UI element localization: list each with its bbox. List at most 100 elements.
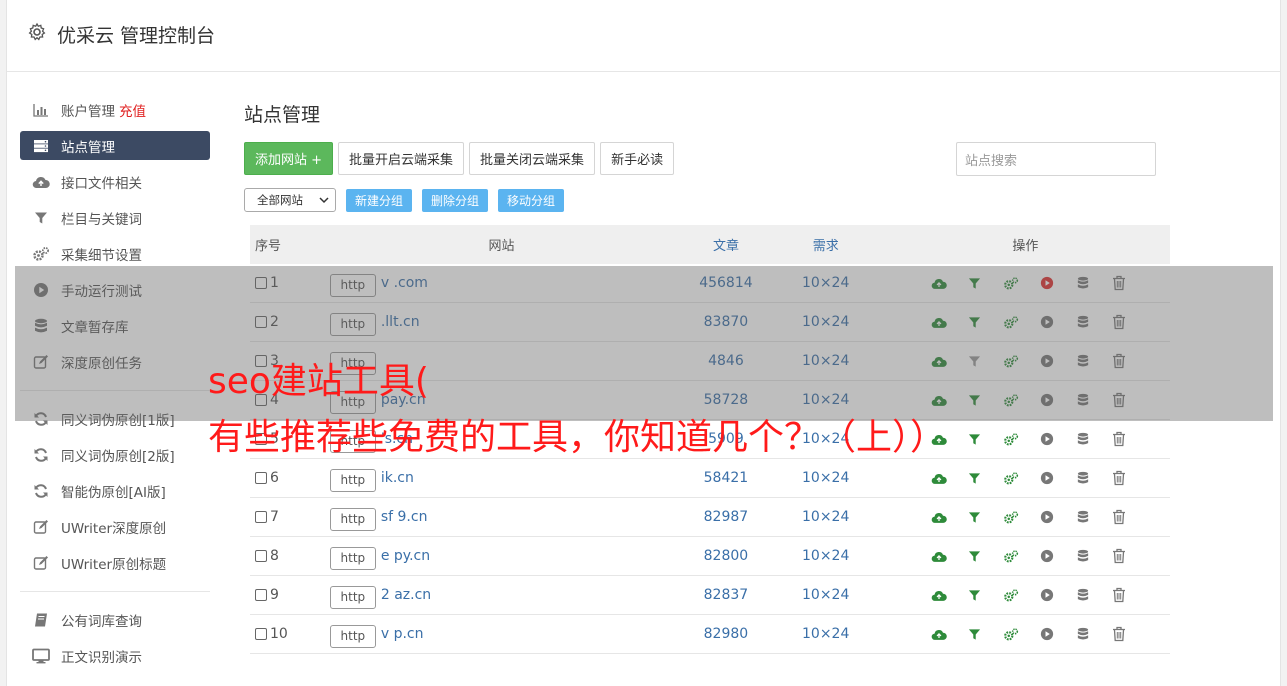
site-url-link[interactable]: 2 az.cn xyxy=(381,587,431,603)
recharge-link[interactable]: 充值 xyxy=(119,100,146,120)
row-number: 8 xyxy=(270,548,279,564)
edit-icon xyxy=(32,519,50,535)
database-icon[interactable] xyxy=(1075,431,1091,447)
play-circle-icon[interactable] xyxy=(1039,587,1055,603)
database-icon[interactable] xyxy=(1075,548,1091,564)
sidebar-item-items-0[interactable]: 账户管理 充值 xyxy=(20,92,210,128)
filter-icon[interactable] xyxy=(967,587,983,603)
filter-icon[interactable] xyxy=(967,431,983,447)
ops-cell xyxy=(881,470,1170,486)
toolbar: 添加网站 + 批量开启云端采集 批量关闭云端采集 新手必读 xyxy=(244,142,675,175)
database-icon[interactable] xyxy=(1075,626,1091,642)
play-circle-icon[interactable] xyxy=(1039,470,1055,486)
sidebar-item-label: 公有词库查询 xyxy=(61,614,142,630)
sidebar-item-items2-4[interactable]: UWriter原创标题 xyxy=(20,545,210,581)
demand-value[interactable]: 10×24 xyxy=(771,626,881,642)
demand-value[interactable]: 10×24 xyxy=(771,470,881,486)
delete-group-button[interactable]: 删除分组 xyxy=(422,188,489,212)
sidebar-item-items2-2[interactable]: 智能伪原创[AI版] xyxy=(20,473,210,509)
site-url-link[interactable]: e py.cn xyxy=(381,548,430,564)
sidebar-item-items-2[interactable]: 接口文件相关 xyxy=(20,164,210,200)
trash-icon[interactable] xyxy=(1111,626,1127,642)
article-count[interactable]: 82800 xyxy=(681,548,771,564)
trash-icon[interactable] xyxy=(1111,431,1127,447)
gears-icon xyxy=(32,246,50,262)
sidebar-item-label: UWriter原创标题 xyxy=(61,557,167,573)
bar-chart-icon xyxy=(32,102,50,118)
watermark-overlay-band xyxy=(15,266,1273,421)
site-url-link[interactable]: ik.cn xyxy=(381,470,414,486)
gears-icon[interactable] xyxy=(1003,470,1019,486)
play-circle-icon[interactable] xyxy=(1039,431,1055,447)
database-icon[interactable] xyxy=(1075,587,1091,603)
sidebar-item-items-1[interactable]: 站点管理 xyxy=(20,131,210,160)
trash-icon[interactable] xyxy=(1111,587,1127,603)
database-icon[interactable] xyxy=(1075,470,1091,486)
gears-icon[interactable] xyxy=(1003,509,1019,525)
gears-icon[interactable] xyxy=(1003,587,1019,603)
new-group-button[interactable]: 新建分组 xyxy=(346,188,413,212)
header-demand: 需求 xyxy=(812,239,839,254)
sidebar-item-items2-3[interactable]: UWriter深度原创 xyxy=(20,509,210,545)
cloud-upload-icon[interactable] xyxy=(931,587,947,603)
sidebar-item-label: 采集细节设置 xyxy=(61,248,142,264)
article-count[interactable]: 58421 xyxy=(681,470,771,486)
site-url-link[interactable]: sf 9.cn xyxy=(381,509,428,525)
play-circle-icon[interactable] xyxy=(1039,626,1055,642)
filter-icon[interactable] xyxy=(967,548,983,564)
batch-open-cloud-button[interactable]: 批量开启云端采集 xyxy=(338,142,465,175)
gears-icon[interactable] xyxy=(1003,431,1019,447)
header-ops: 操作 xyxy=(1012,239,1039,254)
filter-icon[interactable] xyxy=(967,626,983,642)
sidebar-item-label: UWriter深度原创 xyxy=(61,521,167,537)
group-select[interactable]: 全部网站 xyxy=(244,188,336,212)
add-site-button[interactable]: 添加网站 + xyxy=(244,142,334,175)
sidebar-item-label: 同义词伪原创[2版] xyxy=(61,449,175,465)
sidebar-item-items3-0[interactable]: 公有词库查询 xyxy=(20,602,210,638)
group-controls: 全部网站 新建分组 删除分组 移动分组 xyxy=(244,188,565,212)
row-checkbox[interactable] xyxy=(255,472,267,484)
site-url-link[interactable]: v p.cn xyxy=(381,626,424,642)
sidebar-item-items3-1[interactable]: 正文识别演示 xyxy=(20,638,210,674)
filter-icon[interactable] xyxy=(967,509,983,525)
database-icon[interactable] xyxy=(1075,509,1091,525)
guide-button[interactable]: 新手必读 xyxy=(600,142,675,175)
monitor-icon xyxy=(32,648,50,664)
sidebar-divider xyxy=(20,591,210,592)
article-count[interactable]: 82987 xyxy=(681,509,771,525)
site-cell: http e py.cn xyxy=(322,543,681,570)
cloud-upload-icon[interactable] xyxy=(931,470,947,486)
move-group-button[interactable]: 移动分组 xyxy=(498,188,565,212)
demand-value[interactable]: 10×24 xyxy=(771,548,881,564)
trash-icon[interactable] xyxy=(1111,548,1127,564)
row-checkbox[interactable] xyxy=(255,550,267,562)
protocol-badge: http xyxy=(329,624,376,648)
row-number-cell: 9 xyxy=(250,587,322,603)
cloud-upload-icon[interactable] xyxy=(931,626,947,642)
article-count[interactable]: 82837 xyxy=(681,587,771,603)
row-checkbox[interactable] xyxy=(255,628,267,640)
article-count[interactable]: 82980 xyxy=(681,626,771,642)
site-cell: http v p.cn xyxy=(322,621,681,648)
sidebar-item-items2-1[interactable]: 同义词伪原创[2版] xyxy=(20,437,210,473)
row-number: 6 xyxy=(270,470,279,486)
play-circle-icon[interactable] xyxy=(1039,548,1055,564)
cloud-upload-icon[interactable] xyxy=(931,548,947,564)
batch-close-cloud-button[interactable]: 批量关闭云端采集 xyxy=(469,142,596,175)
demand-value[interactable]: 10×24 xyxy=(771,509,881,525)
server-icon xyxy=(32,138,50,154)
gear-icon[interactable] xyxy=(27,22,47,42)
row-checkbox[interactable] xyxy=(255,589,267,601)
site-search-input[interactable]: 站点搜索 xyxy=(956,142,1156,176)
filter-icon[interactable] xyxy=(967,470,983,486)
row-checkbox[interactable] xyxy=(255,511,267,523)
cloud-upload-icon[interactable] xyxy=(931,509,947,525)
trash-icon[interactable] xyxy=(1111,470,1127,486)
row-number-cell: 10 xyxy=(250,626,322,642)
sidebar-item-items-3[interactable]: 栏目与关键词 xyxy=(20,200,210,236)
trash-icon[interactable] xyxy=(1111,509,1127,525)
gears-icon[interactable] xyxy=(1003,548,1019,564)
demand-value[interactable]: 10×24 xyxy=(771,587,881,603)
play-circle-icon[interactable] xyxy=(1039,509,1055,525)
gears-icon[interactable] xyxy=(1003,626,1019,642)
